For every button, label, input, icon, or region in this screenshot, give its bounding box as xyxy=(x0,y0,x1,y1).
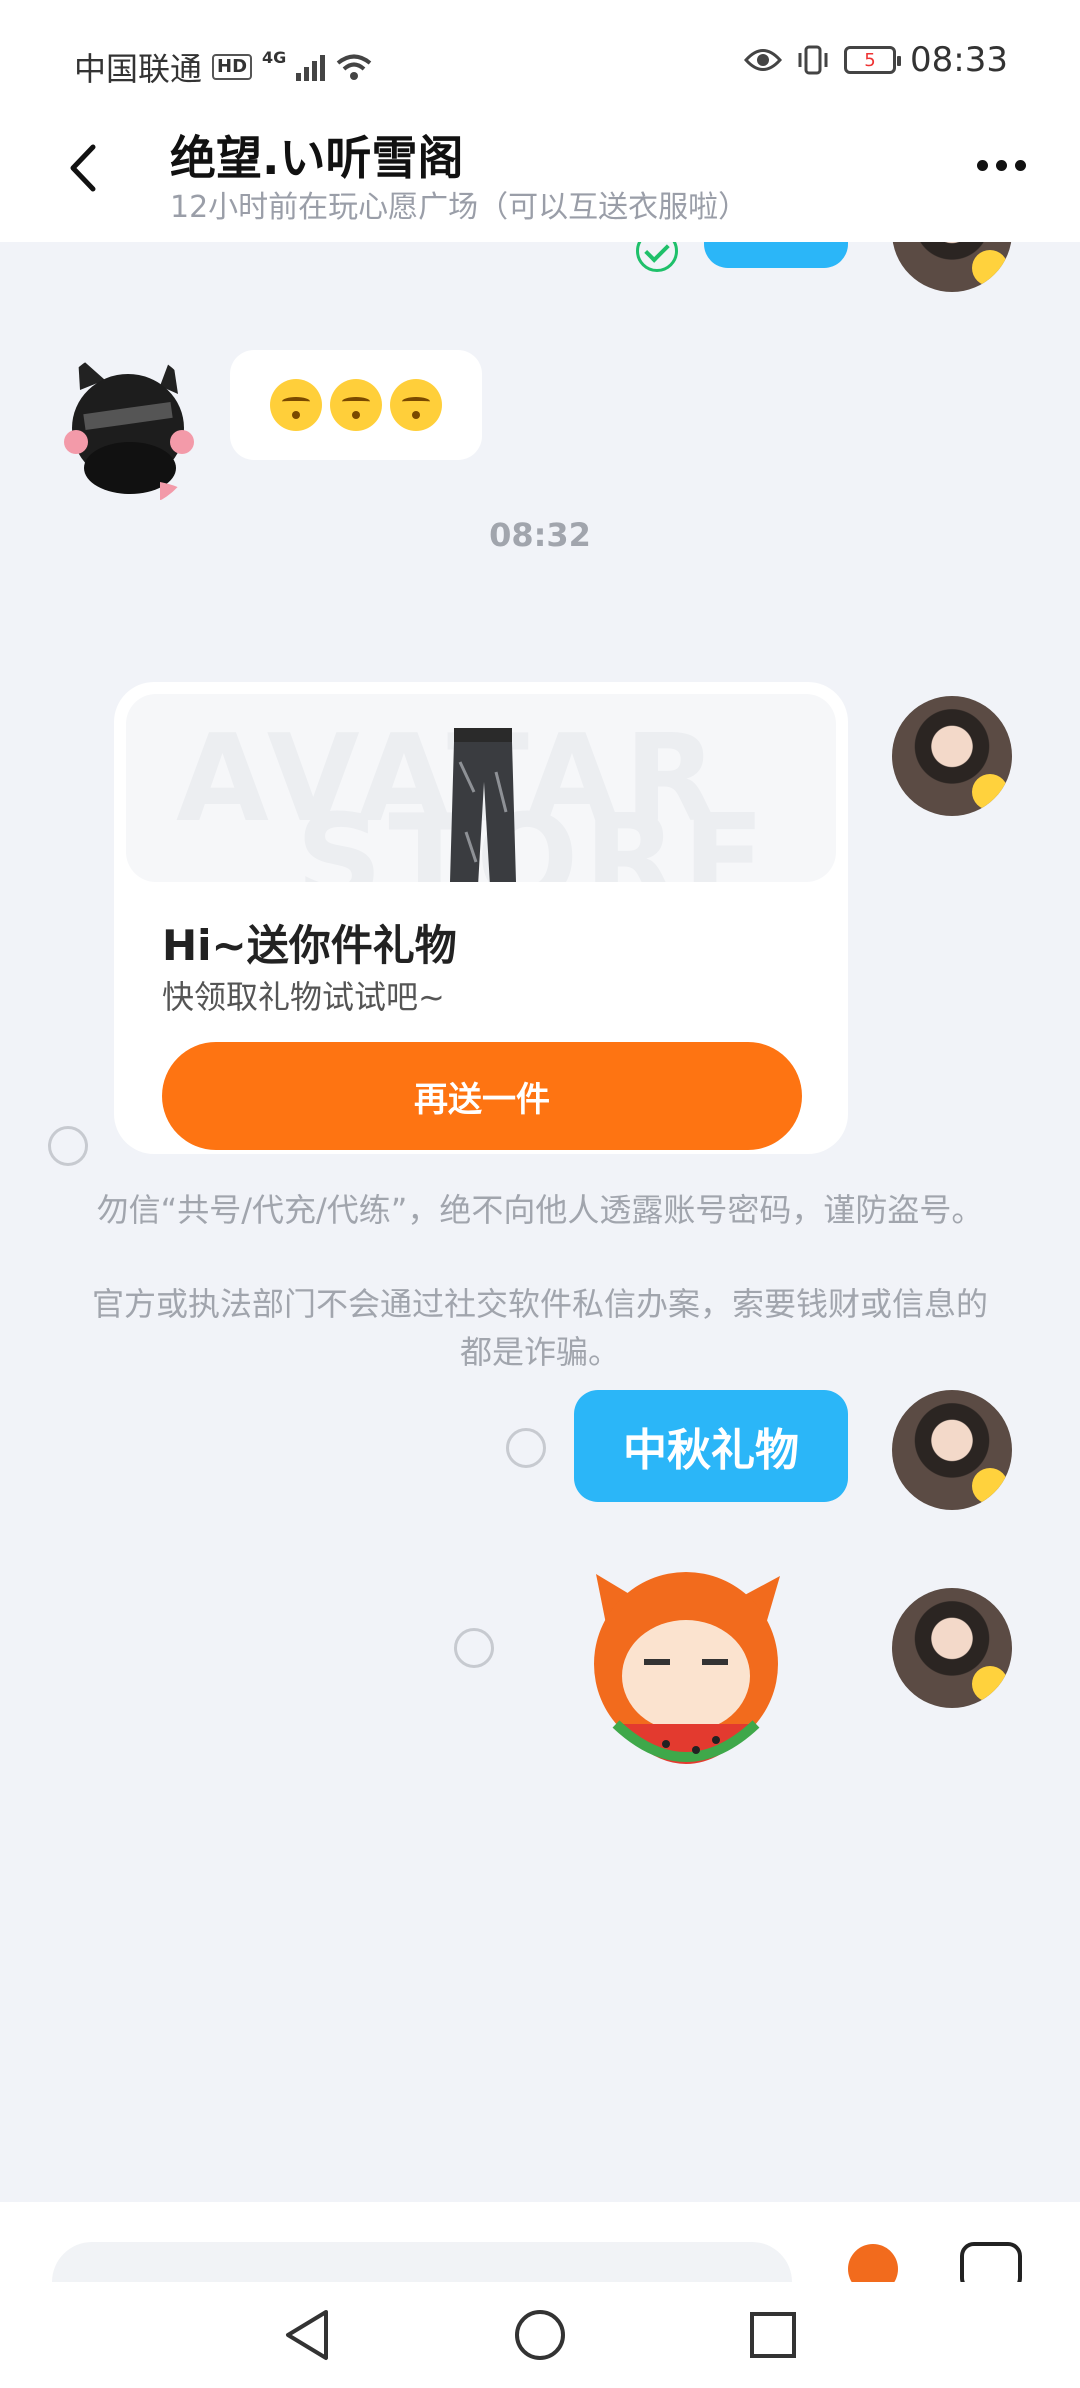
my-avatar[interactable] xyxy=(892,1390,1012,1510)
dot-icon xyxy=(996,160,1007,171)
kissing-face-icon xyxy=(390,379,442,431)
gift-image-area: AVATAR STORE xyxy=(126,694,836,882)
security-notice: 勿信“共号/代充/代练”，绝不向他人透露账号密码，谨防盗号。 xyxy=(96,1191,984,1229)
back-button[interactable] xyxy=(52,138,112,198)
signal-icon xyxy=(296,53,326,81)
sticker-icon[interactable] xyxy=(848,2244,898,2282)
contact-name: 绝望.い听雪阁 xyxy=(170,131,464,185)
kissing-face-icon xyxy=(270,379,322,431)
jeans-image xyxy=(450,728,516,882)
carrier-name: 中国联通 xyxy=(74,50,203,88)
circle-home-icon xyxy=(514,2310,565,2360)
battery-icon: 5 xyxy=(844,46,902,74)
my-avatar[interactable] xyxy=(892,242,1012,292)
nav-recents-button[interactable] xyxy=(743,2305,803,2365)
clock: 08:33 xyxy=(910,40,1008,80)
status-left: 中国联通 HD 4G xyxy=(74,44,373,90)
emoji-message-bubble[interactable] xyxy=(230,350,482,460)
select-radio[interactable] xyxy=(48,1126,88,1166)
sticker-image[interactable] xyxy=(566,1564,806,1784)
message-input[interactable] xyxy=(52,2242,792,2282)
vibrate-icon xyxy=(798,45,828,75)
battery-level: 5 xyxy=(864,49,876,71)
read-check-icon xyxy=(636,242,678,272)
watermark-store: STORE xyxy=(296,790,771,882)
message-bubble-partial[interactable] xyxy=(704,242,848,268)
my-avatar[interactable] xyxy=(892,1588,1012,1708)
square-recents-icon xyxy=(750,2312,797,2358)
my-avatar[interactable] xyxy=(892,696,1012,816)
nav-back-button[interactable] xyxy=(277,2305,337,2365)
send-another-button[interactable]: 再送一件 xyxy=(162,1042,802,1150)
eye-icon xyxy=(744,49,783,71)
hd-badge: HD xyxy=(212,54,253,80)
contact-status: 12小时前在玩心愿广场（可以互送衣服啦） xyxy=(170,190,749,225)
dot-icon xyxy=(1015,160,1026,171)
navigation-bar xyxy=(0,2282,1080,2388)
keyboard-icon[interactable] xyxy=(960,2242,1022,2282)
chat-header: 绝望.い听雪阁 12小时前在玩心愿广场（可以互送衣服啦） xyxy=(0,108,1080,242)
select-radio[interactable] xyxy=(454,1628,494,1668)
contact-avatar[interactable] xyxy=(50,350,200,510)
status-right: 5 08:33 xyxy=(744,40,1008,80)
input-area xyxy=(0,2202,1080,2282)
more-options-button[interactable] xyxy=(977,160,1026,171)
fraud-notice: 官方或执法部门不会通过社交软件私信办案，索要钱财或信息的都是诈骗。 xyxy=(91,1285,988,1371)
dot-icon xyxy=(977,160,988,171)
gift-title: Hi~送你件礼物 xyxy=(162,921,457,970)
nav-home-button[interactable] xyxy=(510,2305,570,2365)
network-type: 4G xyxy=(262,47,287,67)
sent-message-bubble[interactable]: 中秋礼物 xyxy=(574,1390,848,1502)
select-radio[interactable] xyxy=(506,1428,546,1468)
gift-description: 快领取礼物试试吧~ xyxy=(162,978,445,1016)
kissing-face-icon xyxy=(330,379,382,431)
gift-card[interactable]: AVATAR STORE Hi~送你件礼物 快领取礼物试试吧~ 再送一件 xyxy=(114,682,848,1154)
triangle-back-icon xyxy=(285,2310,328,2360)
chevron-left-icon xyxy=(70,144,96,192)
time-divider: 08:32 xyxy=(489,516,591,554)
chat-area[interactable]: 08:32 AVATAR STORE Hi~送你件礼物 快领取礼物试试吧~ 再送… xyxy=(0,242,1080,2202)
wifi-icon xyxy=(337,54,372,80)
